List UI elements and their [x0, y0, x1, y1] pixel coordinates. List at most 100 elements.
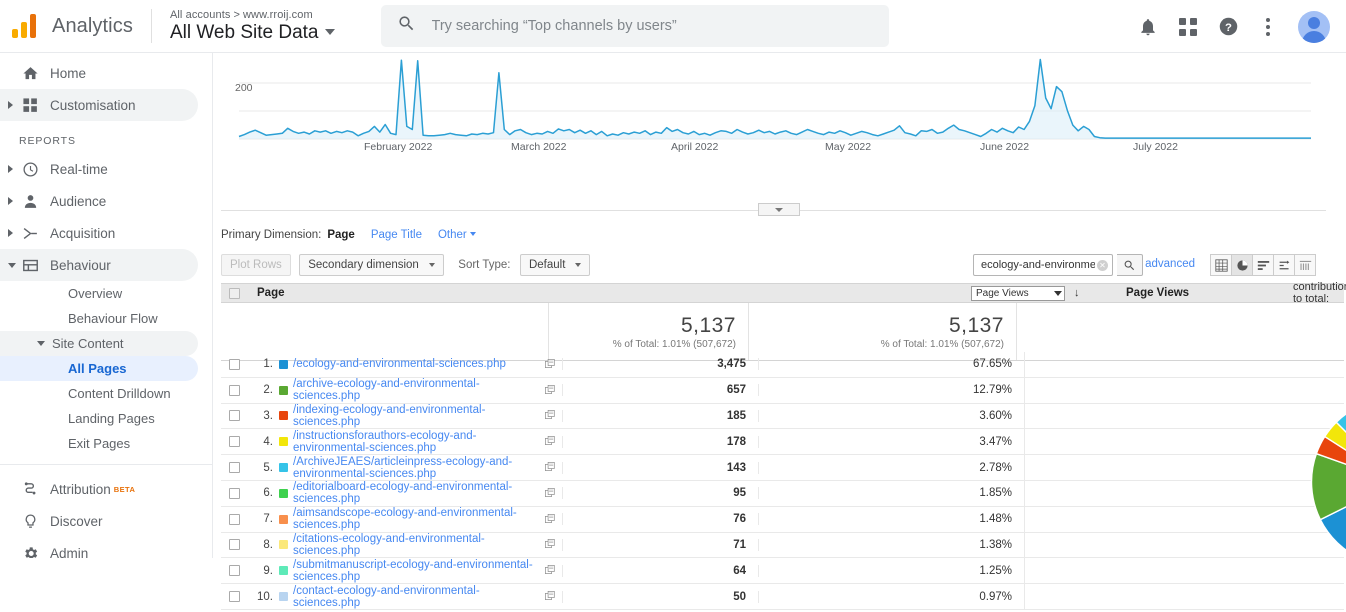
row-page-link[interactable]: /ArchiveJEAES/articleinpress-ecology-and…	[293, 456, 512, 480]
open-in-new-icon[interactable]	[538, 436, 562, 447]
row-checkbox-cell[interactable]	[221, 488, 247, 499]
clear-search-icon[interactable]: ✕	[1097, 260, 1108, 271]
sidebar-item-landing-pages[interactable]: Landing Pages	[0, 406, 198, 431]
row-checkbox-cell[interactable]	[221, 385, 247, 396]
row-views: 50	[562, 591, 758, 603]
row-checkbox-cell[interactable]	[221, 462, 247, 473]
more-kebab-icon[interactable]	[1248, 7, 1288, 47]
sidebar-item-customisation[interactable]: Customisation	[0, 89, 198, 121]
summary-metric1-value: 5,137	[681, 314, 736, 338]
row-checkbox[interactable]	[229, 462, 240, 473]
row-checkbox-cell[interactable]	[221, 410, 247, 421]
pie-slice[interactable]	[1312, 454, 1346, 520]
open-in-new-icon[interactable]	[538, 591, 562, 602]
row-color-swatch	[279, 592, 288, 601]
table-row[interactable]: 2./archive-ecology-and-environmental-sci…	[221, 378, 1344, 404]
sidebar-item-discover[interactable]: Discover	[0, 505, 198, 537]
row-checkbox-cell[interactable]	[221, 591, 247, 602]
advanced-filter-link[interactable]: advanced	[1145, 258, 1195, 270]
sort-type-button[interactable]: Default	[520, 254, 590, 276]
global-search-input[interactable]	[430, 17, 873, 35]
row-checkbox-cell[interactable]	[221, 539, 247, 550]
row-checkbox[interactable]	[229, 410, 240, 421]
row-checkbox[interactable]	[229, 436, 240, 447]
sidebar-item-acquisition[interactable]: Acquisition	[0, 217, 198, 249]
sidebar-item-overview[interactable]: Overview	[0, 281, 198, 306]
row-checkbox[interactable]	[229, 565, 240, 576]
open-in-new-icon[interactable]	[538, 488, 562, 499]
table-row[interactable]: 3./indexing-ecology-and-environmental-sc…	[221, 404, 1344, 430]
sidebar-item-behaviour-flow[interactable]: Behaviour Flow	[0, 306, 198, 331]
open-in-new-icon[interactable]	[538, 359, 562, 370]
row-checkbox[interactable]	[229, 539, 240, 550]
sidebar-item-behaviour[interactable]: Behaviour	[0, 249, 198, 281]
sidebar-item-content-drilldown[interactable]: Content Drilldown	[0, 381, 198, 406]
page-title-link[interactable]: Page Title	[371, 229, 422, 241]
row-page-link[interactable]: /citations-ecology-and-environmental-sci…	[293, 533, 485, 557]
sidebar-item-label: Discover	[50, 514, 103, 529]
global-search[interactable]	[381, 5, 889, 47]
row-page-link[interactable]: /ecology-and-environmental-sciences.php	[293, 358, 506, 370]
column-header-page[interactable]: Page	[247, 287, 464, 299]
row-checkbox[interactable]	[229, 385, 240, 396]
row-page-link[interactable]: /instructionsforauthors-ecology-and-envi…	[293, 430, 476, 454]
plot-rows-button[interactable]: Plot Rows	[221, 254, 291, 276]
view-name[interactable]: All Web Site Data	[170, 23, 335, 44]
secondary-dimension-button[interactable]: Secondary dimension	[299, 254, 444, 276]
sidebar-item-home[interactable]: Home	[0, 57, 198, 89]
table-row[interactable]: 7./aimsandscope-ecology-and-environmenta…	[221, 507, 1344, 533]
table-row[interactable]: 8./citations-ecology-and-environmental-s…	[221, 533, 1344, 559]
row-checkbox[interactable]	[229, 591, 240, 602]
sidebar-item-exit-pages[interactable]: Exit Pages	[0, 431, 198, 456]
open-in-new-icon[interactable]	[538, 514, 562, 525]
row-checkbox-cell[interactable]	[221, 359, 247, 370]
row-page-link[interactable]: /archive-ecology-and-environmental-scien…	[293, 378, 480, 402]
open-in-new-icon[interactable]	[538, 462, 562, 473]
sidebar-item-all-pages[interactable]: All Pages	[0, 356, 198, 381]
row-checkbox-cell[interactable]	[221, 565, 247, 576]
sidebar-item-attribution[interactable]: Attribution BETA	[0, 473, 198, 505]
row-page-link[interactable]: /indexing-ecology-and-environmental-scie…	[293, 404, 485, 428]
row-checkbox[interactable]	[229, 488, 240, 499]
table-search[interactable]: ✕	[973, 254, 1113, 276]
table-search-input[interactable]	[979, 258, 1097, 272]
sidebar-item-site-content[interactable]: Site Content	[0, 331, 198, 356]
avatar[interactable]	[1298, 11, 1330, 43]
row-checkbox-cell[interactable]	[221, 436, 247, 447]
apps-grid-icon[interactable]	[1168, 7, 1208, 47]
table-row[interactable]: 4./instructionsforauthors-ecology-and-en…	[221, 429, 1344, 455]
comparison-view-icon[interactable]	[1273, 254, 1295, 276]
open-in-new-icon[interactable]	[538, 565, 562, 576]
open-in-new-icon[interactable]	[538, 539, 562, 550]
table-row[interactable]: 1./ecology-and-environmental-sciences.ph…	[221, 352, 1344, 378]
other-dimension-link[interactable]: Other	[438, 229, 476, 241]
open-in-new-icon[interactable]	[538, 410, 562, 421]
row-checkbox[interactable]	[229, 514, 240, 525]
help-icon[interactable]: ?	[1208, 7, 1248, 47]
notifications-bell-icon[interactable]	[1128, 7, 1168, 47]
sidebar-item-admin[interactable]: Admin	[0, 537, 198, 558]
table-search-button[interactable]	[1117, 254, 1143, 276]
sidebar-item-real-time[interactable]: Real-time	[0, 153, 198, 185]
table-row[interactable]: 10./contact-ecology-and-environmental-sc…	[221, 584, 1344, 610]
table-row[interactable]: 9./submitmanuscript-ecology-and-environm…	[221, 558, 1344, 584]
sidebar-item-audience[interactable]: Audience	[0, 185, 198, 217]
row-page-link[interactable]: /contact-ecology-and-environmental-scien…	[293, 585, 480, 609]
account-selector[interactable]: All accounts>www.rroij.com All Web Site …	[170, 9, 335, 44]
pivot-view-icon[interactable]	[1294, 254, 1316, 276]
table-view-icon[interactable]	[1210, 254, 1232, 276]
bar-view-icon[interactable]	[1252, 254, 1274, 276]
row-page-link[interactable]: /editorialboard-ecology-and-environmenta…	[293, 481, 512, 505]
chart-resize-handle[interactable]	[758, 203, 800, 216]
table-row[interactable]: 5./ArchiveJEAES/articleinpress-ecology-a…	[221, 455, 1344, 481]
beta-badge: BETA	[114, 485, 135, 494]
row-page-link[interactable]: /aimsandscope-ecology-and-environmental-…	[293, 507, 517, 531]
select-all-cell[interactable]	[221, 288, 247, 299]
row-checkbox-cell[interactable]	[221, 514, 247, 525]
open-in-new-icon[interactable]	[538, 385, 562, 396]
pie-view-icon[interactable]	[1231, 254, 1253, 276]
table-row[interactable]: 6./editorialboard-ecology-and-environmen…	[221, 481, 1344, 507]
row-page-link[interactable]: /submitmanuscript-ecology-and-environmen…	[293, 559, 533, 583]
select-all-checkbox[interactable]	[229, 288, 240, 299]
row-checkbox[interactable]	[229, 359, 240, 370]
